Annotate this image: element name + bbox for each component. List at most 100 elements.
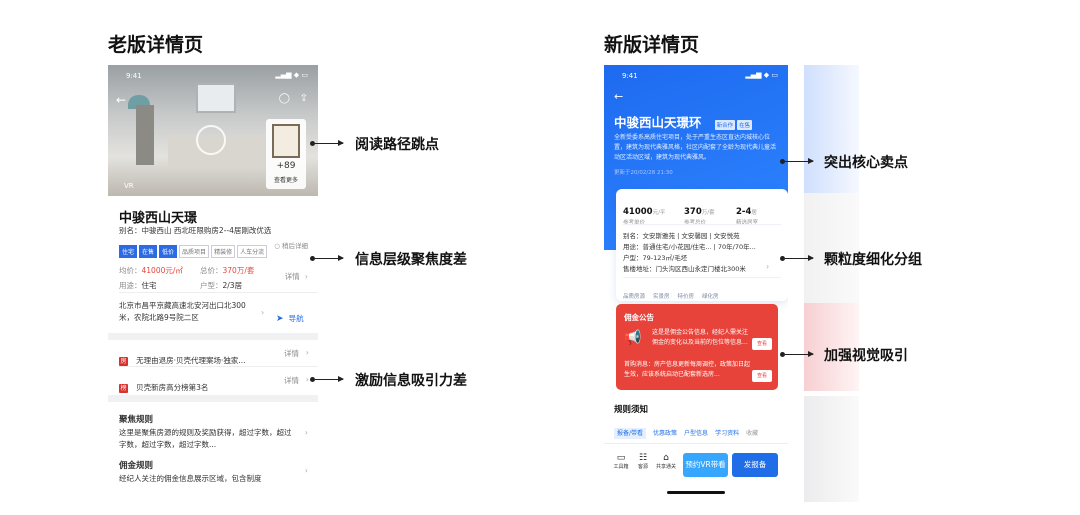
commission-text[interactable]: 经纪人关注的佣金信息展示区域，包含制度 bbox=[119, 473, 297, 484]
back-arrow-icon[interactable]: ← bbox=[116, 93, 126, 107]
status-time: 9:41 bbox=[126, 72, 142, 80]
use-row: 用途：住宅 bbox=[119, 273, 157, 292]
callout-arrow bbox=[315, 376, 344, 382]
tab-floorplan[interactable]: 户型信息 bbox=[684, 430, 708, 437]
type-row: 户型：2/3居 bbox=[200, 273, 242, 292]
vr-play-icon[interactable] bbox=[196, 125, 226, 155]
nav-button[interactable]: ➤ 导航 bbox=[276, 306, 304, 325]
highlight-bar-grey bbox=[804, 396, 859, 502]
callout-arrow bbox=[785, 158, 814, 164]
basic-info-section: 中骏西山天璟 别名：中骏西山 西北旺限购房2--4居刚改优选 住宅 在售 低价 品质项… bbox=[108, 196, 318, 333]
tab-report[interactable]: 报备/带看 bbox=[614, 428, 647, 439]
bottom-icon-toolbox[interactable]: ▭ 工具箱 bbox=[612, 453, 630, 470]
notice-more-button[interactable]: 查看 bbox=[752, 370, 772, 382]
navigation-icon: ➤ bbox=[276, 314, 284, 324]
vr-appointment-button[interactable]: 预约VR带看 bbox=[683, 453, 728, 477]
tag: 低价 bbox=[159, 245, 178, 258]
divider bbox=[119, 366, 318, 367]
room-shelf bbox=[136, 105, 154, 165]
stat-unit: 元/平 bbox=[652, 210, 666, 216]
incentive-row[interactable]: 榜 贝壳新房高分榜第3名 详情 › bbox=[119, 375, 309, 394]
chevron-right-icon: › bbox=[305, 348, 309, 357]
vr-badge: VR bbox=[124, 182, 134, 190]
incentive-text: 贝壳新房高分榜第3名 bbox=[136, 383, 209, 392]
stat-value: 370 bbox=[684, 207, 702, 217]
info-line[interactable]: 售楼地址：门头沟区西山永定门楼北300米 bbox=[623, 263, 746, 273]
tag: 在售 bbox=[139, 245, 158, 258]
tag: 精装修 bbox=[211, 245, 236, 258]
callout-left: 激励信息吸引力差 bbox=[355, 373, 467, 389]
callout-arrow bbox=[785, 351, 814, 357]
stat-value: 2-4 bbox=[736, 207, 752, 217]
commission-title: 佣金规则 bbox=[119, 461, 154, 471]
use-label: 用途： bbox=[119, 281, 142, 290]
tag: 新合作 bbox=[714, 120, 736, 130]
tab-collect[interactable]: 收藏 bbox=[746, 430, 758, 437]
project-title: 中骏西山天璟 bbox=[119, 211, 198, 226]
back-arrow-icon[interactable]: ← bbox=[614, 90, 623, 103]
floorplan-icon bbox=[272, 124, 300, 158]
thumb-count: +89 bbox=[276, 161, 296, 171]
toolbox-icon: ▭ bbox=[616, 453, 626, 463]
ranking-icon: 榜 bbox=[119, 384, 128, 393]
commission-notice-card[interactable]: 佣金公告 📢 这是是佣金公告信息，经纪人需关注佣金的变化以及当前的包位等信息..… bbox=[616, 304, 778, 390]
tag-right[interactable]: ○ 稍后详细 bbox=[274, 240, 308, 250]
chevron-right-icon: › bbox=[304, 428, 308, 437]
incentive-icon: 房 bbox=[119, 357, 128, 366]
bottom-icon-client[interactable]: ☷ 客源 bbox=[636, 453, 650, 470]
share-icon[interactable]: ⇪ bbox=[300, 93, 308, 104]
old-detail-page: 9:41 ▂▄▆ ◆ ▭ ← ◯ ⇪ VR +89 查看更多 中骏西山天璟 别名… bbox=[108, 65, 318, 492]
feature-item: 实景房 bbox=[653, 294, 670, 300]
callout-left: 信息层级聚焦度差 bbox=[355, 252, 467, 268]
chat-icon[interactable]: ◯ bbox=[279, 93, 290, 104]
divider bbox=[623, 224, 781, 225]
stat-unit: 万/套 bbox=[701, 210, 715, 216]
bottom-icon-share[interactable]: ⌂ 共享通关 bbox=[654, 453, 678, 470]
nav-label: 导航 bbox=[288, 314, 304, 323]
info-line: 户型：79-123㎡/毛坯 bbox=[623, 254, 688, 262]
tag-row: 住宅 在售 低价 品质项目 精装修 人车分流 bbox=[119, 239, 269, 258]
signal-icon: ▂▄▆ ◆ ▭ bbox=[745, 71, 778, 79]
home-indicator bbox=[667, 491, 725, 494]
callout-right: 突出核心卖点 bbox=[824, 155, 908, 171]
detail-label: 详情 bbox=[284, 272, 300, 281]
chevron-right-icon: › bbox=[261, 308, 265, 317]
notice-title: 佣金公告 bbox=[624, 313, 654, 322]
project-title: 中骏西山天璟环 bbox=[614, 115, 702, 130]
rule-text[interactable]: 这里是聚焦房源的规则及奖励获得，超过字数，超过字数，超过字数，超过字数... bbox=[119, 427, 297, 451]
tab-discount[interactable]: 优惠政策 bbox=[653, 430, 677, 437]
rule-tabs: 报备/带看 优惠政策 户型信息 学习资料 收藏 bbox=[614, 420, 788, 439]
incentive-row[interactable]: 房 无理由退房·贝壳代理案场·独家... 详情 › bbox=[119, 348, 309, 367]
rule-title: 聚焦规则 bbox=[119, 415, 154, 425]
feature-item: 绿化房 bbox=[702, 294, 719, 300]
report-button[interactable]: 发报备 bbox=[732, 453, 778, 477]
callout-arrow bbox=[315, 255, 344, 261]
house-photo[interactable]: 9:41 ▂▄▆ ◆ ▭ ← ◯ ⇪ VR +89 查看更多 bbox=[108, 65, 318, 196]
tab-materials[interactable]: 学习资料 bbox=[715, 430, 739, 437]
notice-more-button[interactable]: 查看 bbox=[752, 338, 772, 350]
address-text[interactable]: 北京市昌平京藏高速北安河出口北300米，农院北路9号院二区 bbox=[119, 300, 259, 324]
tag: 住宅 bbox=[119, 245, 138, 258]
share-icon: ⌂ bbox=[663, 453, 669, 463]
divider bbox=[623, 277, 781, 278]
stat-item: 41000元/平 参考单价 bbox=[623, 199, 665, 226]
chevron-right-icon: › bbox=[304, 466, 308, 475]
rules-title: 规则须知 bbox=[614, 405, 649, 415]
floorplan-thumbnail[interactable]: +89 查看更多 bbox=[266, 119, 306, 189]
feature-item: 特价房 bbox=[677, 294, 695, 300]
detail-link[interactable]: 详情 › bbox=[285, 264, 308, 283]
tag: 在售 bbox=[737, 120, 753, 130]
stat-item: 370万/套 参考总价 bbox=[684, 199, 715, 226]
highlight-bar-grey bbox=[804, 193, 859, 303]
callout-arrow bbox=[315, 140, 344, 146]
incentive-text: 无理由退房·贝壳代理案场·独家... bbox=[136, 356, 246, 365]
new-detail-page: 9:41 ▂▄▆ ◆ ▭ ← 中骏西山天璟环 新合作 在售 全新受委系高质住宅项目… bbox=[604, 65, 788, 502]
signal-icon: ▂▄▆ ◆ ▭ bbox=[275, 71, 308, 79]
bottom-divider bbox=[604, 443, 788, 444]
project-description: 全新受委系高质住宅项目，处于严重生态区直达内城核心位置，建筑为现代典雅风格，社区… bbox=[614, 134, 777, 161]
update-time: 更新于20/02/28 21:30 bbox=[614, 170, 673, 176]
info-line: 用途：普通住宅/小花园/住宅... | 70年/70年... bbox=[623, 243, 756, 251]
project-alias: 别名：中骏西山 西北旺限购房2--4居刚改优选 bbox=[119, 226, 272, 235]
callout-arrow bbox=[785, 255, 814, 261]
notice-text: 这是是佣金公告信息，经纪人需关注佣金的变化以及当前的包位等信息... bbox=[652, 329, 749, 346]
